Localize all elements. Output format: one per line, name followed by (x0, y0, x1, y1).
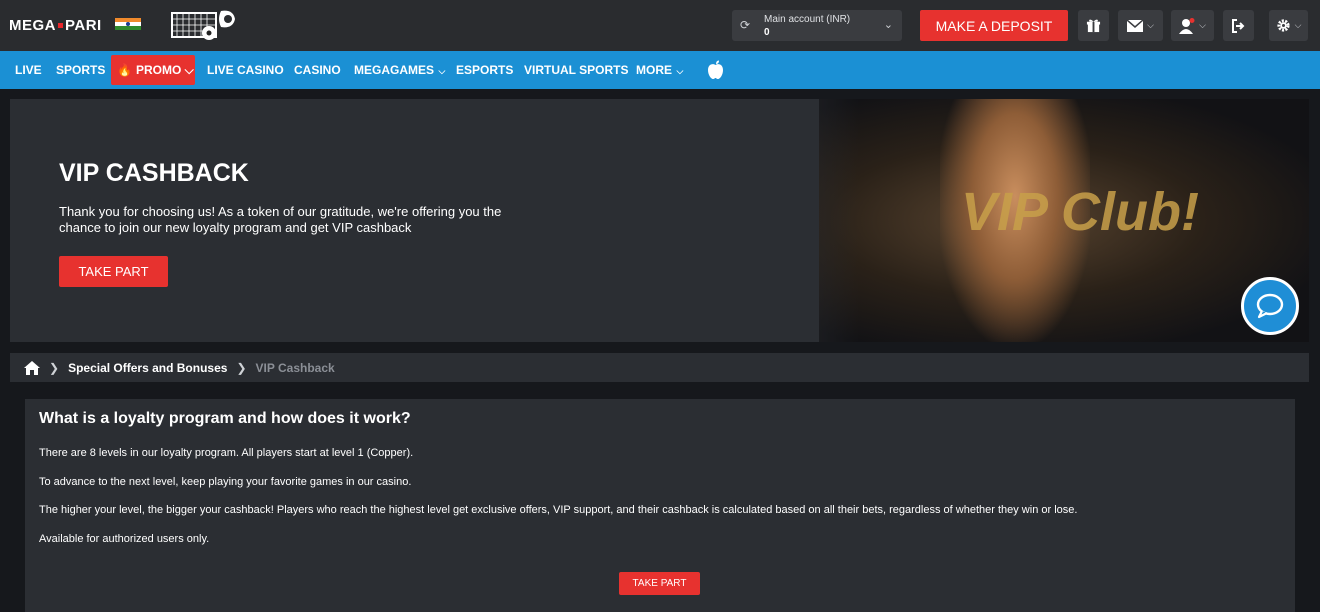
nav-live-casino[interactable]: LIVE CASINO (207, 51, 284, 89)
chat-bubble-icon (1256, 293, 1284, 319)
nav-casino[interactable]: CASINO (294, 51, 341, 89)
paragraph: Available for authorized users only. (39, 533, 210, 545)
chevron-right-icon: ❯ (236, 360, 247, 375)
breadcrumb-special-offers[interactable]: Special Offers and Bonuses (68, 361, 227, 375)
gift-icon (1086, 19, 1101, 33)
account-balance: 0 (764, 27, 770, 38)
chevron-down-icon: ⌵ (674, 66, 684, 76)
vip-cashback-banner: VIP Club! VIP CASHBACK Thank you for cho… (10, 99, 1309, 342)
top-bar: MEGA PARI ⟳ Main account (INR) 0 ⌄ MAKE A… (0, 0, 1320, 51)
logout-button[interactable] (1223, 10, 1254, 41)
paragraph: To advance to the next level, keep playi… (39, 476, 412, 488)
chevron-down-icon: ⌵ (1147, 20, 1154, 30)
home-icon[interactable] (24, 360, 40, 375)
user-icon (1179, 17, 1195, 34)
paragraph: There are 8 levels in our loyalty progra… (39, 447, 414, 459)
logout-icon (1232, 18, 1245, 33)
chevron-right-icon: ❯ (49, 360, 60, 375)
chevron-down-icon: ⌵ (436, 66, 446, 76)
nav-esports[interactable]: ESPORTS (456, 51, 513, 89)
nav-sports[interactable]: SPORTS (56, 51, 105, 89)
account-label: Main account (INR) (764, 14, 851, 25)
football-goal-icon[interactable] (171, 9, 243, 41)
chevron-down-icon: ⌵ (1294, 20, 1302, 30)
fire-icon: 🔥 (117, 63, 132, 77)
take-part-button[interactable]: TAKE PART (59, 256, 168, 287)
main-nav: LIVE SPORTS 🔥 PROMO ⌵ LIVE CASINO CASINO … (0, 51, 1320, 89)
chevron-down-icon: ⌵ (1199, 20, 1206, 30)
main-account-selector[interactable]: ⟳ Main account (INR) 0 ⌄ (732, 10, 902, 41)
apple-icon[interactable] (707, 60, 724, 80)
nav-megagames[interactable]: MEGAGAMES ⌵ (354, 51, 445, 89)
nav-live[interactable]: LIVE (15, 51, 42, 89)
chat-button[interactable] (1241, 277, 1299, 335)
gift-button[interactable] (1078, 10, 1109, 41)
profile-button[interactable]: ⌵ (1171, 10, 1214, 41)
make-deposit-button[interactable]: MAKE A DEPOSIT (920, 10, 1068, 41)
breadcrumb-current: VIP Cashback (255, 360, 335, 375)
refresh-icon[interactable]: ⟳ (740, 18, 750, 32)
section-heading: What is a loyalty program and how does i… (39, 410, 411, 427)
chevron-down-icon: ⌵ (181, 63, 194, 77)
page-title: VIP CASHBACK (59, 159, 249, 187)
nav-more[interactable]: MORE ⌵ (636, 51, 683, 89)
loyalty-program-section: What is a loyalty program and how does i… (25, 399, 1295, 612)
envelope-icon (1127, 19, 1144, 32)
nav-promo[interactable]: 🔥 PROMO ⌵ (111, 55, 195, 85)
breadcrumb: ❯ Special Offers and Bonuses ❯ VIP Cashb… (10, 353, 1309, 382)
logo[interactable]: MEGA PARI (9, 17, 102, 34)
hero-description: Thank you for choosing us! As a token of… (59, 204, 502, 235)
paragraph: The higher your level, the bigger your c… (39, 504, 1078, 516)
messages-button[interactable]: ⌵ (1118, 10, 1163, 41)
nav-virtual-sports[interactable]: VIRTUAL SPORTS (524, 51, 628, 89)
gear-icon (1276, 19, 1290, 32)
india-flag-icon[interactable] (115, 18, 141, 30)
vip-club-logo: VIP Club! (961, 182, 1199, 242)
settings-button[interactable]: ⌵ (1269, 10, 1308, 41)
chevron-down-icon: ⌄ (883, 19, 893, 31)
take-part-button-bottom[interactable]: TAKE PART (619, 572, 700, 595)
